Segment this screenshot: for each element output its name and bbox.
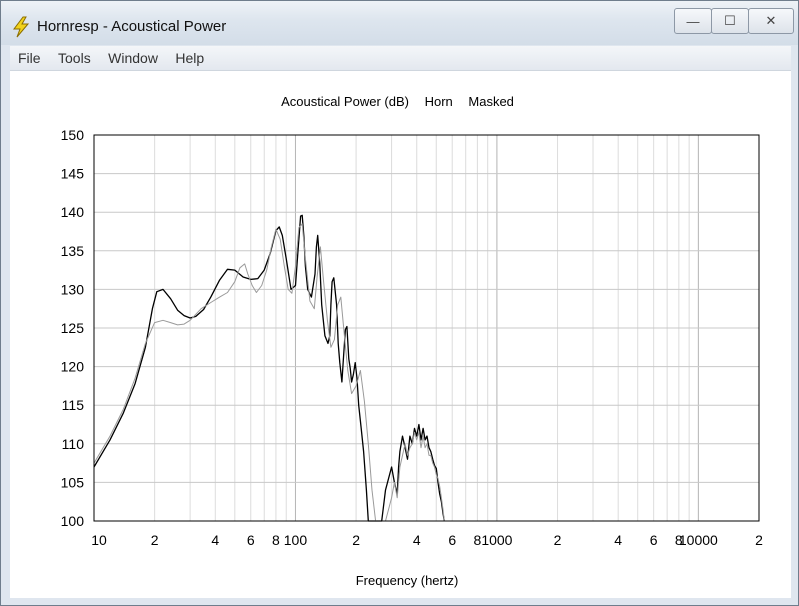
y-tick-label: 140	[61, 204, 85, 220]
x-tick-label: 4	[413, 532, 421, 548]
y-tick-label: 130	[61, 281, 85, 297]
x-tick-label: 6	[650, 532, 658, 548]
x-tick-label: 10000	[679, 532, 718, 548]
y-tick-label: 110	[62, 436, 85, 452]
y-tick-label: 135	[61, 243, 85, 259]
x-tick-label: 2	[554, 532, 562, 548]
x-tick-label: 10	[91, 532, 107, 548]
x-tick-label: 4	[211, 532, 219, 548]
y-tick-label: 105	[61, 474, 85, 490]
x-axis-label: Frequency (hertz)	[356, 573, 459, 588]
x-tick-label: 1000	[481, 532, 512, 548]
x-tick-label: 8	[473, 532, 481, 548]
x-tick-label: 8	[272, 532, 280, 548]
y-tick-label: 120	[61, 359, 85, 375]
y-tick-label: 115	[62, 397, 85, 413]
y-tick-label: 100	[61, 513, 85, 529]
x-tick-label: 6	[247, 532, 255, 548]
y-tick-label: 150	[61, 127, 85, 143]
x-tick-label: 6	[448, 532, 456, 548]
y-tick-label: 145	[61, 166, 85, 182]
y-tick-label: 125	[61, 320, 85, 336]
x-tick-label: 4	[614, 532, 622, 548]
x-tick-label: 2	[755, 532, 763, 548]
power-chart: 10010511011512012513013514014515010 2 4 6 8 1…	[61, 127, 763, 588]
x-tick-label: 100	[284, 532, 308, 548]
x-tick-label: 2	[352, 532, 360, 548]
x-tick-label: 2	[151, 532, 159, 548]
